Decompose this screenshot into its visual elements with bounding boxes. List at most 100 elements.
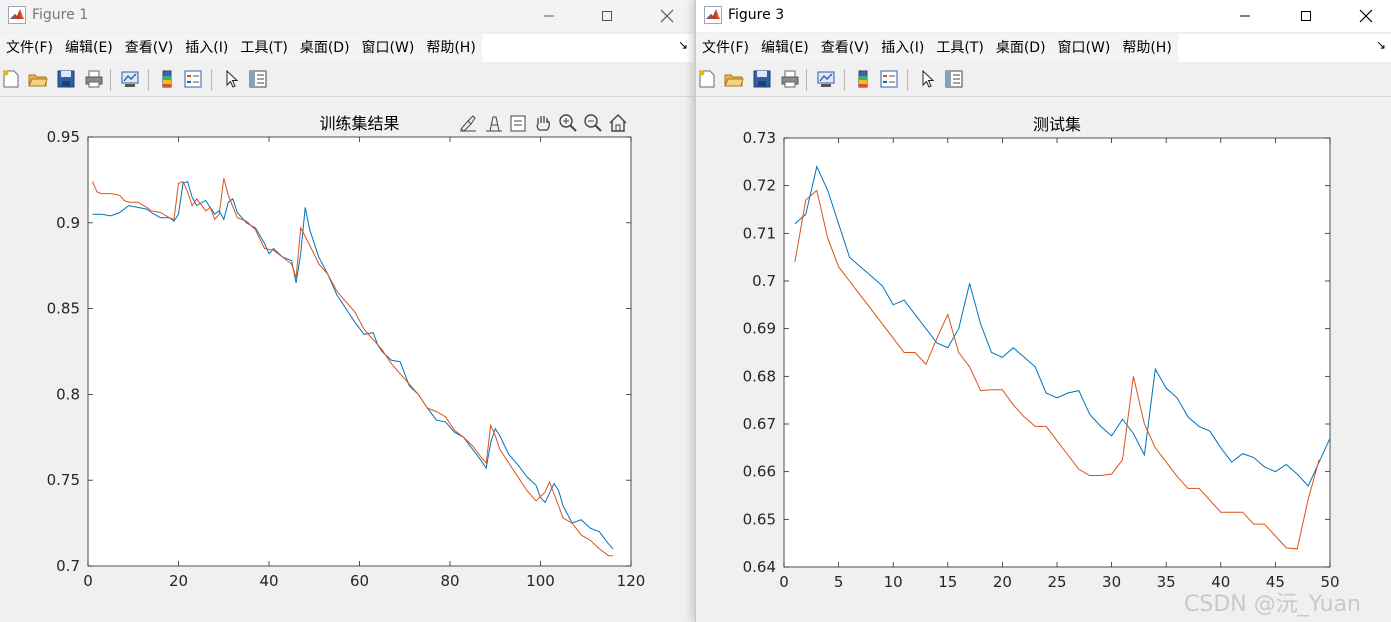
menu-help[interactable]: 帮助(H) [420, 34, 481, 62]
save-icon[interactable] [752, 69, 772, 89]
chart-title: 测试集 [1033, 115, 1081, 134]
maximize-icon [602, 11, 612, 21]
axes-box [87, 136, 632, 567]
toolbar-separator [806, 69, 807, 91]
menu-insert[interactable]: 插入(I) [179, 34, 234, 62]
toolbar-separator [148, 69, 149, 91]
open-folder-icon[interactable] [724, 69, 744, 89]
y-tick-label: 0.67 [743, 415, 776, 433]
y-tick-label: 0.68 [743, 367, 776, 385]
y-tick-label: 0.72 [743, 177, 776, 195]
menu-insert[interactable]: 插入(I) [875, 34, 930, 62]
open-folder-icon[interactable] [28, 69, 48, 89]
x-tick-label: 35 [1157, 573, 1176, 591]
print-icon[interactable] [780, 69, 800, 89]
toolbar-separator [907, 69, 908, 91]
new-figure-icon[interactable] [1, 69, 21, 89]
toolbar-separator [211, 69, 212, 91]
pan-hand-icon[interactable] [533, 113, 553, 133]
menu-desktop[interactable]: 桌面(D) [990, 34, 1052, 62]
maximize-button[interactable] [584, 0, 630, 32]
y-tick-label: 0.85 [47, 300, 80, 318]
colorbar-icon[interactable] [853, 69, 873, 89]
x-tick-label: 120 [617, 572, 646, 590]
figure1-plot[interactable]: 0 20 40 60 80 100 120 0.7 0.75 0.8 0.85 0.9 0.95 训练集结… [0, 97, 694, 622]
minimize-button[interactable] [1222, 0, 1268, 32]
figure3-window[interactable]: Figure 3 文件(F) 编辑(E) 查看(V) 插入(I) 工具(T) 桌… [695, 0, 1391, 622]
minimize-icon [544, 15, 554, 17]
menu-tools[interactable]: 工具(T) [930, 34, 989, 62]
toolbar-separator [844, 69, 845, 91]
x-tick-label: 20 [169, 572, 188, 590]
x-tick-label: 25 [1047, 573, 1066, 591]
figure-toolbar [0, 63, 694, 97]
colorbar-icon[interactable] [157, 69, 177, 89]
x-tick-label: 40 [259, 572, 278, 590]
close-button[interactable] [644, 0, 690, 32]
maximize-icon [1301, 11, 1311, 21]
pointer-icon[interactable] [918, 69, 938, 89]
zoom-out-icon[interactable] [583, 113, 603, 133]
zoom-in-icon[interactable] [558, 113, 578, 133]
link-plot-icon[interactable] [120, 69, 140, 89]
menu-file[interactable]: 文件(F) [696, 34, 755, 62]
close-button[interactable] [1343, 0, 1389, 32]
y-tick-label: 0.69 [743, 320, 776, 338]
minimize-button[interactable] [526, 0, 572, 32]
figure1-window[interactable]: Figure 1 文件(F) 编辑(E) 查看(V) 插入(I) 工具(T) 桌… [0, 0, 694, 622]
link-plot-icon[interactable] [816, 69, 836, 89]
data-tips-icon[interactable] [484, 113, 504, 133]
home-icon[interactable] [608, 113, 628, 133]
dock-arrow-icon[interactable]: ↘ [1376, 38, 1386, 52]
x-tick-label: 20 [993, 573, 1012, 591]
y-tick-label: 0.73 [743, 129, 776, 147]
y-tick-label: 0.64 [743, 558, 776, 576]
property-inspector-icon[interactable] [248, 69, 268, 89]
pointer-icon[interactable] [222, 69, 242, 89]
menu-edit[interactable]: 编辑(E) [59, 34, 119, 62]
y-tick-label: 0.65 [743, 510, 776, 528]
menu-tools[interactable]: 工具(T) [234, 34, 293, 62]
y-tick-label: 0.7 [56, 557, 80, 575]
legend-icon[interactable] [183, 69, 203, 89]
x-tick-label: 0 [83, 572, 93, 590]
x-tick-label: 0 [779, 573, 789, 591]
x-tick-label: 15 [938, 573, 957, 591]
menu-bar: 文件(F) 编辑(E) 查看(V) 插入(I) 工具(T) 桌面(D) 窗口(W… [696, 34, 1391, 62]
menu-window[interactable]: 窗口(W) [356, 34, 421, 62]
menu-file[interactable]: 文件(F) [0, 34, 59, 62]
matlab-logo-icon [8, 6, 26, 24]
y-tick-label: 0.8 [56, 385, 80, 403]
menu-view[interactable]: 查看(V) [119, 34, 180, 62]
x-tick-label: 100 [526, 572, 555, 590]
figure1-titlebar[interactable]: Figure 1 [0, 0, 694, 32]
menu-window[interactable]: 窗口(W) [1052, 34, 1117, 62]
axes-box [783, 137, 1331, 568]
window-title: Figure 1 [32, 7, 89, 23]
brush-icon[interactable] [458, 113, 478, 133]
x-tick-label: 80 [440, 572, 459, 590]
print-icon[interactable] [84, 69, 104, 89]
matlab-logo-icon [704, 6, 722, 24]
maximize-button[interactable] [1283, 0, 1329, 32]
menu-desktop[interactable]: 桌面(D) [294, 34, 356, 62]
menu-bar: 文件(F) 编辑(E) 查看(V) 插入(I) 工具(T) 桌面(D) 窗口(W… [0, 34, 694, 62]
menu-view[interactable]: 查看(V) [815, 34, 876, 62]
dock-arrow-icon[interactable]: ↘ [678, 38, 688, 52]
property-inspector-icon[interactable] [944, 69, 964, 89]
window-title: Figure 3 [728, 7, 785, 23]
export-icon[interactable] [508, 113, 528, 133]
legend-icon[interactable] [879, 69, 899, 89]
figure3-plot[interactable]: 0 5 10 15 20 25 30 35 40 45 500.640.650.660.670.68… [696, 97, 1391, 622]
close-icon [1359, 9, 1373, 23]
y-tick-label: 0.9 [56, 214, 80, 232]
menu-edit[interactable]: 编辑(E) [755, 34, 815, 62]
save-icon[interactable] [56, 69, 76, 89]
y-tick-label: 0.95 [47, 128, 80, 146]
toolbar-separator [110, 69, 111, 91]
close-icon [660, 9, 674, 23]
menu-help[interactable]: 帮助(H) [1116, 34, 1177, 62]
new-figure-icon[interactable] [697, 69, 717, 89]
x-tick-label: 30 [1102, 573, 1121, 591]
figure3-titlebar[interactable]: Figure 3 [696, 0, 1391, 32]
